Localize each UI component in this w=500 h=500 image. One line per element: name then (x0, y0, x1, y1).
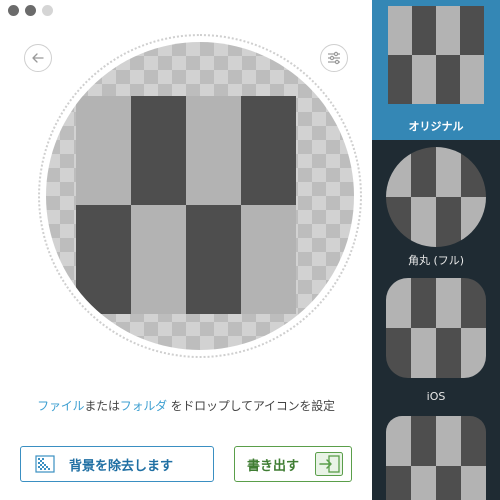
icon-block (411, 328, 436, 378)
icon-block (186, 205, 241, 314)
close-window-button[interactable] (8, 5, 19, 16)
icon-block (76, 205, 131, 314)
zoom-window-button[interactable] (42, 5, 53, 16)
icon-block (436, 278, 461, 328)
preview-rounded-full[interactable] (386, 147, 486, 247)
instruction-text-rest: をドロップしてアイコンを設定 (166, 399, 335, 413)
window-controls (8, 5, 53, 16)
icon-image (76, 96, 296, 314)
icon-image (386, 416, 486, 500)
main-panel: ファイルまたはフォルダ をドロップしてアイコンを設定 背景を除去します 書き出す (0, 0, 372, 500)
icon-block (241, 96, 296, 205)
icon-block (388, 6, 412, 55)
icon-block (461, 416, 486, 466)
icon-block (412, 55, 436, 104)
icon-block (411, 197, 436, 247)
icon-image (386, 147, 486, 247)
adjust-settings-button[interactable] (320, 44, 348, 72)
preview-rounded-full-label: 角丸 (フル) (407, 254, 465, 267)
preview-ios[interactable] (386, 278, 486, 378)
icon-block (388, 55, 412, 104)
icon-block (436, 416, 461, 466)
icon-block (386, 466, 411, 500)
icon-block (386, 328, 411, 378)
icon-block (460, 6, 484, 55)
export-button[interactable]: 書き出す (234, 446, 352, 482)
eraser-icon (35, 455, 55, 473)
icon-block (411, 416, 436, 466)
file-link[interactable]: ファイル (37, 399, 84, 413)
icon-block (461, 328, 486, 378)
preview-original-label: オリジナル (408, 120, 464, 133)
icon-block (386, 416, 411, 466)
back-button[interactable] (24, 44, 52, 72)
icon-block (411, 278, 436, 328)
preview-sidebar: オリジナル 角丸 (フル) iOS (372, 0, 500, 500)
export-icon (315, 452, 343, 476)
folder-link[interactable]: フォルダ (120, 399, 167, 413)
icon-image (388, 6, 484, 104)
icon-block (411, 147, 436, 197)
app-window: ファイルまたはフォルダ をドロップしてアイコンを設定 背景を除去します 書き出す (0, 0, 500, 500)
export-label: 書き出す (247, 458, 300, 474)
icon-block (436, 466, 461, 500)
icon-block (241, 205, 296, 314)
icon-block (436, 328, 461, 378)
icon-drop-zone[interactable] (46, 42, 354, 350)
icon-block (131, 205, 186, 314)
icon-block (386, 278, 411, 328)
preview-original[interactable]: オリジナル (372, 0, 500, 140)
remove-background-button[interactable]: 背景を除去します (20, 446, 214, 482)
drop-instruction: ファイルまたはフォルダ をドロップしてアイコンを設定 (0, 397, 372, 414)
icon-block (460, 55, 484, 104)
instruction-text: または (84, 399, 120, 413)
icon-block (461, 197, 486, 247)
preview-ios-label: iOS (426, 390, 446, 403)
icon-block (131, 96, 186, 205)
icon-block (436, 197, 461, 247)
remove-background-label: 背景を除去します (69, 458, 174, 474)
icon-block (412, 6, 436, 55)
icon-block (436, 55, 460, 104)
sliders-icon (328, 51, 340, 65)
icon-block (461, 147, 486, 197)
icon-block (461, 466, 486, 500)
minimize-window-button[interactable] (25, 5, 36, 16)
icon-block (186, 96, 241, 205)
preview-original-thumb (388, 6, 484, 104)
arrow-left-icon (32, 53, 44, 63)
icon-image (386, 278, 486, 378)
icon-block (386, 147, 411, 197)
preview-next[interactable] (386, 416, 486, 500)
icon-block (386, 197, 411, 247)
icon-block (436, 6, 460, 55)
icon-block (411, 466, 436, 500)
icon-block (461, 278, 486, 328)
icon-block (76, 96, 131, 205)
icon-block (436, 147, 461, 197)
